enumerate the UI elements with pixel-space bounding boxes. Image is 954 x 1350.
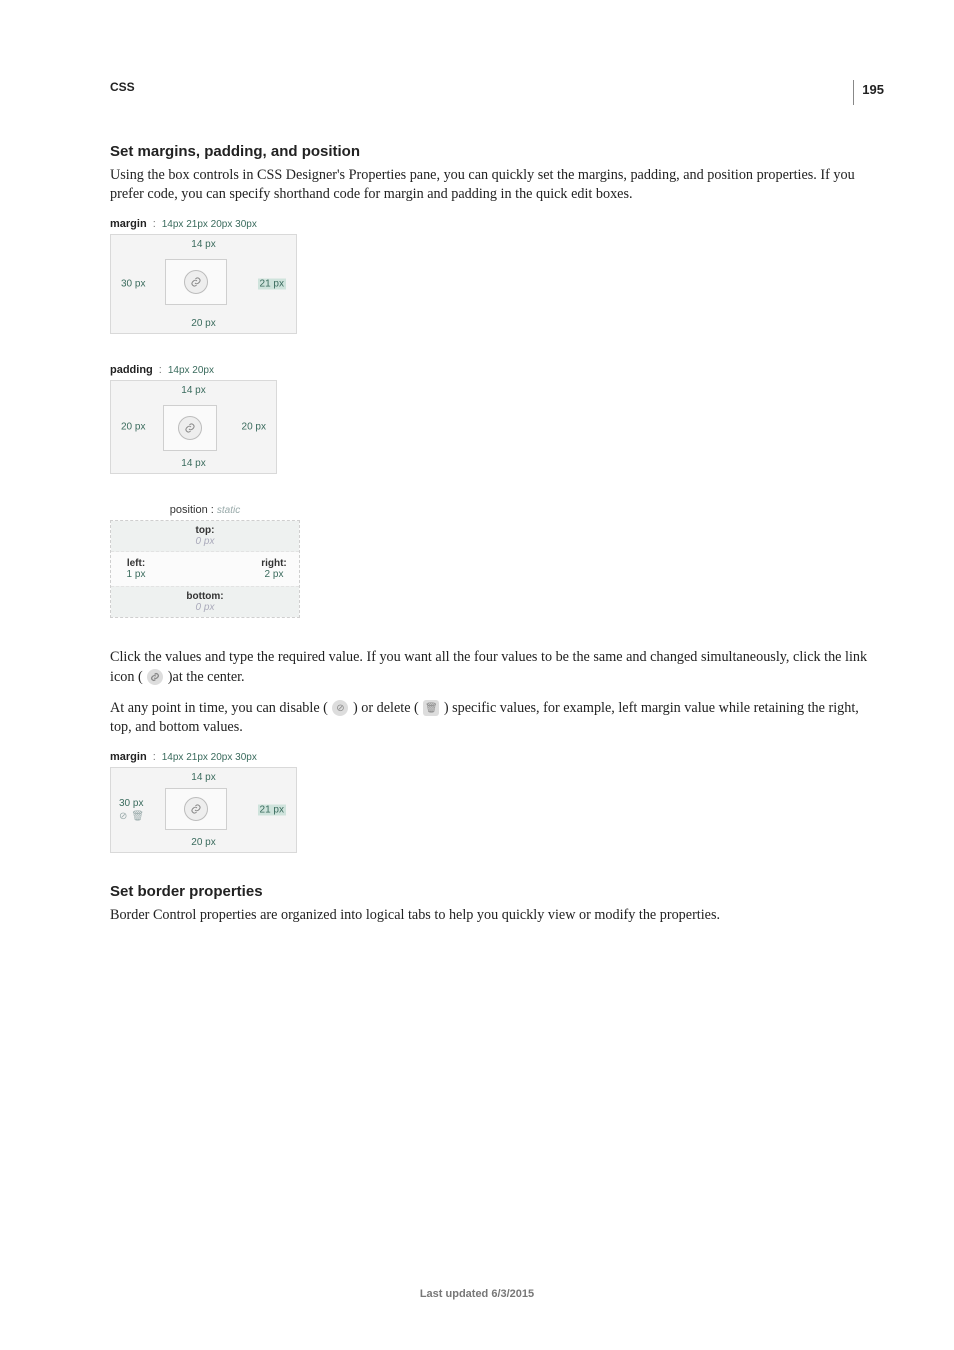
position-bottom-input[interactable]: 0 px: [111, 602, 299, 613]
section-heading-margins: Set margins, padding, and position: [110, 143, 884, 160]
margin-colon: :: [153, 218, 156, 230]
section2-paragraph: Border Control properties are organized …: [110, 906, 884, 925]
padding-bottom-input[interactable]: 14 px: [181, 458, 205, 469]
position-top-input[interactable]: 0 px: [111, 536, 299, 547]
padding-box-widget: padding : 14px 20px 14 px 14 px 20 px 20…: [110, 364, 300, 474]
section-heading-border: Set border properties: [110, 883, 884, 900]
padding-shorthand-input[interactable]: 14px 20px: [168, 365, 214, 376]
paragraph-disable-delete: At any point in time, you can disable ( …: [110, 699, 884, 737]
position-bottom-label: bottom:: [111, 591, 299, 602]
link-icon: [147, 669, 163, 685]
position-top-label: top:: [111, 525, 299, 536]
margin-shorthand-input[interactable]: 14px 21px 20px 30px: [162, 219, 257, 230]
margin-box-widget-2: margin : 14px 21px 20px 30px 14 px 20 px…: [110, 751, 300, 853]
position-value-input[interactable]: static: [217, 505, 240, 516]
margin2-right-input[interactable]: 21 px: [258, 805, 286, 816]
padding-colon: :: [159, 364, 162, 376]
margin2-shorthand-input[interactable]: 14px 21px 20px 30px: [162, 752, 257, 763]
position-left-input[interactable]: 1 px: [111, 569, 161, 580]
section1-paragraph: Using the box controls in CSS Designer's…: [110, 166, 884, 204]
margin-right-input[interactable]: 21 px: [258, 279, 286, 290]
margin-top-input[interactable]: 14 px: [191, 239, 215, 250]
disable-icon: ⊘: [332, 700, 348, 716]
margin-box-widget: margin : 14px 21px 20px 30px 14 px 20 px…: [110, 218, 300, 334]
margin2-bottom-input[interactable]: 20 px: [191, 837, 215, 848]
margin2-property-label: margin: [110, 751, 147, 763]
position-box-widget: position : static top: 0 px left: 1 px r…: [110, 504, 300, 618]
padding-left-input[interactable]: 20 px: [121, 422, 145, 433]
header-module-label: CSS: [110, 80, 135, 94]
paragraph-link-icon: Click the values and type the required v…: [110, 648, 884, 686]
link-icon[interactable]: [184, 270, 208, 294]
margin-left-input[interactable]: 30 px: [121, 279, 145, 290]
margin2-top-input[interactable]: 14 px: [191, 772, 215, 783]
position-right-label: right:: [249, 558, 299, 569]
delete-icon[interactable]: 🗑: [131, 811, 144, 822]
link-icon[interactable]: [178, 416, 202, 440]
position-left-label: left:: [111, 558, 161, 569]
position-right-input[interactable]: 2 px: [249, 569, 299, 580]
margin-bottom-input[interactable]: 20 px: [191, 318, 215, 329]
page-number: 195: [853, 80, 884, 105]
link-icon[interactable]: [184, 797, 208, 821]
padding-top-input[interactable]: 14 px: [181, 385, 205, 396]
margin-property-label: margin: [110, 218, 147, 230]
position-property-label: position :: [170, 504, 214, 516]
margin2-colon: :: [153, 751, 156, 763]
margin2-left-input[interactable]: 30 px: [119, 798, 144, 809]
delete-icon: 🗑: [423, 700, 439, 716]
disable-icon[interactable]: ⊘: [119, 811, 127, 822]
padding-property-label: padding: [110, 364, 153, 376]
padding-right-input[interactable]: 20 px: [242, 422, 266, 433]
footer-last-updated: Last updated 6/3/2015: [0, 1288, 954, 1300]
